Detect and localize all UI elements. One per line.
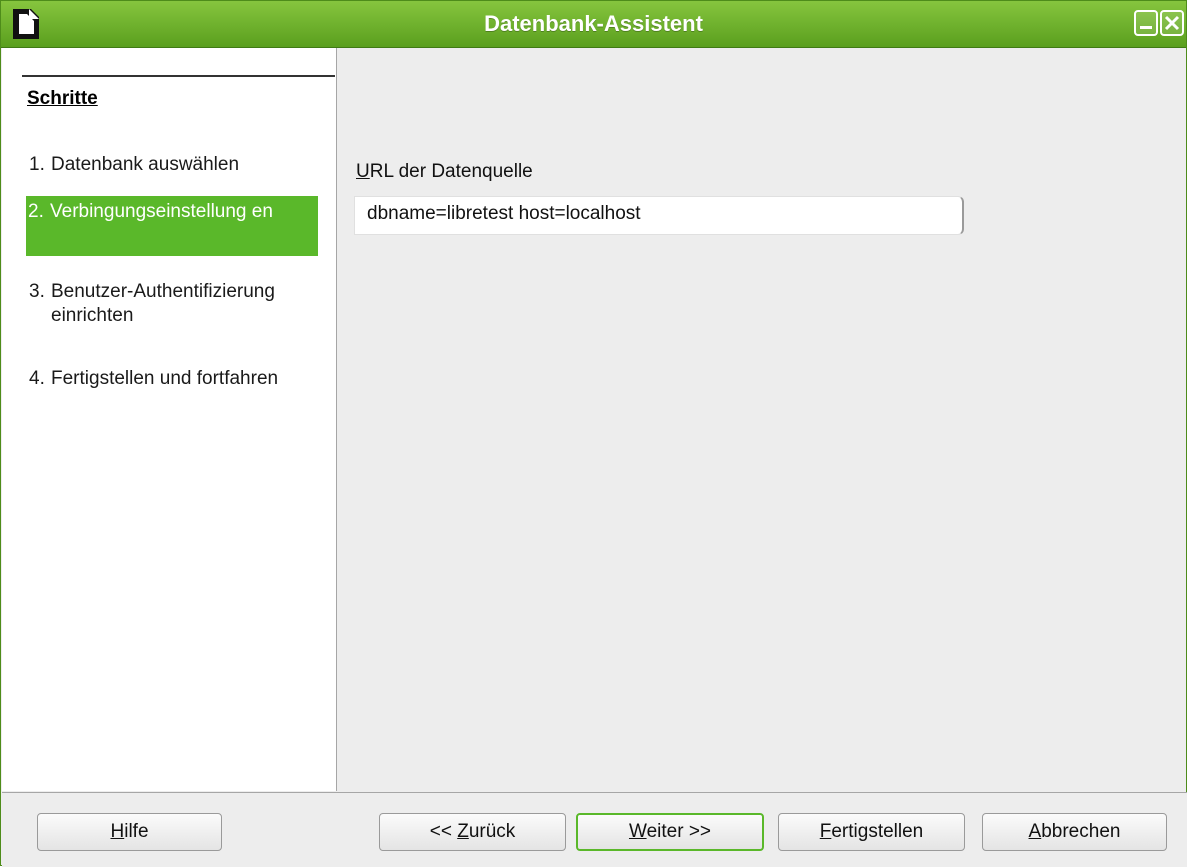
button-bar: Hilfe << Zurück Weiter >> Fertigstellen …: [2, 792, 1187, 867]
step-number: 4.: [29, 368, 45, 389]
step-label: Verbingungseinstellung en: [50, 201, 273, 222]
step-number: 1.: [29, 154, 45, 175]
step-item-user-authentication[interactable]: 3. Benutzer-Authentifizierung einrichten: [27, 280, 317, 328]
url-label-accelerator: U: [356, 161, 370, 182]
help-accelerator: H: [110, 821, 125, 842]
steps-sidebar: Schritte 1. Datenbank auswählen 2. Verbi…: [2, 48, 337, 791]
next-accelerator: W: [628, 821, 647, 842]
steps-heading: Schritte: [27, 88, 98, 109]
back-accelerator: Z: [457, 821, 469, 842]
step-label: Benutzer-Authentifizierung einrichten: [51, 281, 275, 326]
back-label: urück: [468, 821, 516, 842]
step-item-connection-settings[interactable]: 2. Verbingungseinstellung en: [26, 196, 318, 256]
step-number: 2.: [28, 201, 44, 222]
help-button[interactable]: Hilfe: [37, 813, 222, 851]
finish-accelerator: F: [819, 821, 832, 842]
url-label-text: RL der Datenquelle: [369, 161, 533, 182]
cancel-label: bbrechen: [1041, 821, 1121, 842]
step-number: 3.: [29, 281, 45, 302]
url-field-label: URL der Datenquelle: [356, 161, 533, 183]
next-label: eiter >>: [646, 821, 712, 842]
next-button[interactable]: Weiter >>: [576, 813, 764, 851]
wizard-window: Datenbank-Assistent Schritte 1. Datenban…: [0, 0, 1187, 867]
help-label: ilfe: [124, 821, 149, 842]
step-label: Datenbank auswählen: [51, 154, 240, 175]
close-icon: [1164, 15, 1180, 31]
sidebar-divider: [22, 75, 335, 77]
window-title: Datenbank-Assistent: [484, 11, 703, 36]
step-item-select-database[interactable]: 1. Datenbank auswählen: [27, 153, 317, 177]
close-button[interactable]: [1160, 10, 1184, 36]
cancel-accelerator: A: [1028, 821, 1042, 842]
back-prefix: <<: [429, 821, 458, 842]
title-bar[interactable]: Datenbank-Assistent: [1, 1, 1186, 48]
datasource-url-input[interactable]: [354, 196, 964, 235]
minimize-button[interactable]: [1134, 10, 1158, 36]
back-button[interactable]: << Zurück: [379, 813, 566, 851]
finish-button[interactable]: Fertigstellen: [778, 813, 965, 851]
minimize-icon: [1140, 26, 1152, 29]
finish-label: ertigstellen: [831, 821, 924, 842]
step-item-finish[interactable]: 4. Fertigstellen und fortfahren: [27, 367, 317, 391]
cancel-button[interactable]: Abbrechen: [982, 813, 1167, 851]
content-panel: URL der Datenquelle: [337, 48, 1186, 791]
step-label: Fertigstellen und fortfahren: [51, 368, 279, 389]
